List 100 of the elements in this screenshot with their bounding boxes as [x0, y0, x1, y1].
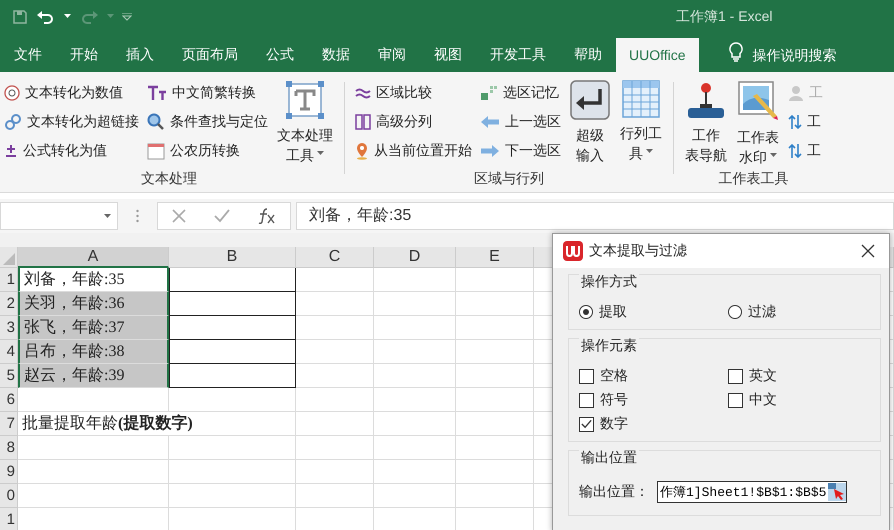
group-label: 文本处理	[141, 170, 197, 188]
row-header[interactable]: 8	[0, 436, 18, 460]
formula-field[interactable]: 刘备，年龄:35	[296, 202, 894, 230]
ribbon-button[interactable]: 公农历转换	[143, 136, 272, 165]
radio-button[interactable]: 提取	[579, 303, 728, 321]
row-header[interactable]: 3	[0, 316, 18, 340]
ribbon-tab[interactable]: 视图	[420, 38, 476, 72]
row-header[interactable]: 2	[0, 292, 18, 316]
tell-me-search[interactable]: 操作说明搜索	[752, 38, 837, 72]
cancel-icon[interactable]	[172, 209, 186, 223]
ribbon-tab[interactable]: 开发工具	[476, 38, 560, 72]
location-pin-icon	[355, 142, 369, 160]
checkbox[interactable]: 数字	[579, 415, 728, 433]
ribbon-tab[interactable]: 公式	[252, 38, 308, 72]
ribbon-button[interactable]: 下一选区	[476, 136, 565, 165]
check-icon	[580, 418, 593, 430]
group-box-label: 输出位置	[579, 449, 639, 467]
row-header[interactable]: 9	[0, 460, 18, 484]
output-field[interactable]: 作簿1]Sheet1!$B$1:$B$5	[657, 481, 848, 503]
customize-icon[interactable]	[122, 12, 132, 20]
ribbon-button[interactable]: 选区记忆	[476, 78, 565, 107]
table-cell: 吕布，年龄:38	[18, 340, 169, 364]
column-header[interactable]: D	[374, 247, 456, 268]
check-icon[interactable]	[214, 209, 230, 223]
dialog-title: 文本提取与过滤	[589, 242, 687, 260]
checkbox[interactable]: 空格	[579, 367, 728, 385]
row-header[interactable]: 1	[0, 268, 18, 292]
left-arrow-icon	[480, 114, 500, 128]
enter-key-icon	[570, 80, 610, 120]
link-icon	[4, 112, 22, 130]
window-title: 工作簿1 - Excel	[676, 8, 772, 26]
ribbon-large-button[interactable]: 工作 表导航	[680, 78, 732, 170]
right-arrow-icon	[480, 144, 500, 158]
close-icon[interactable]	[861, 244, 875, 258]
radio-button[interactable]: 过滤	[728, 303, 870, 321]
app-logo-icon	[563, 241, 583, 261]
ribbon-tab[interactable]: UUOffice	[616, 38, 699, 72]
column-header[interactable]: E	[456, 247, 534, 268]
ribbon-button[interactable]: 文本转化为数值	[0, 78, 143, 107]
checkbox[interactable]: 符号	[579, 391, 728, 409]
ribbon-button[interactable]: 文本转化为超链接	[0, 107, 143, 136]
user-icon	[788, 84, 804, 100]
ribbon-tab[interactable]: 插入	[112, 38, 168, 72]
table-cell: 张飞，年龄:37	[18, 316, 169, 340]
ribbon-large-button[interactable]: 工作表 水印	[732, 78, 784, 170]
ribbon-large-button[interactable]: 超级 输入	[565, 78, 615, 170]
ribbon-tab[interactable]: 页面布局	[168, 38, 252, 72]
checkbox[interactable]: 中文	[728, 391, 870, 409]
column-header[interactable]: B	[169, 247, 296, 268]
table-icon	[622, 80, 660, 118]
field-label: 输出位置：	[579, 483, 649, 501]
ribbon-button[interactable]: 条件查找与定位	[143, 107, 272, 136]
ribbon-button[interactable]: 工	[784, 136, 827, 165]
table-cell: 关羽，年龄:36	[18, 292, 169, 316]
group-box-label: 操作方式	[579, 273, 639, 291]
lightbulb-icon[interactable]	[728, 42, 743, 62]
ribbon-tab[interactable]: 文件	[0, 38, 56, 72]
ribbon-large-button[interactable]: 行列工 具	[615, 78, 667, 170]
ribbon-tab[interactable]: 审阅	[364, 38, 420, 72]
sort-arrows-icon	[788, 142, 802, 158]
column-header[interactable]: A	[18, 247, 169, 268]
checkbox[interactable]: 英文	[728, 367, 870, 385]
function-icon[interactable]	[258, 208, 276, 224]
group-label: 工作表工具	[718, 170, 788, 188]
sort-arrows-icon	[788, 114, 802, 130]
table-cell: 赵云，年龄:39	[18, 364, 169, 388]
row-header[interactable]: 5	[0, 364, 18, 388]
caret-icon	[646, 149, 653, 153]
group-label: 区域与行列	[474, 170, 544, 188]
ribbon-tab[interactable]: 数据	[308, 38, 364, 72]
picture-pencil-icon	[737, 80, 779, 122]
row-header[interactable]: 7	[0, 412, 18, 436]
undo-icon[interactable]	[36, 8, 56, 24]
grip-icon[interactable]	[136, 209, 139, 223]
row-header[interactable]: 0	[0, 484, 18, 508]
name-box[interactable]	[0, 202, 118, 230]
ribbon-button[interactable]: 从当前位置开始	[351, 136, 476, 165]
ribbon-button[interactable]: 区域比较	[351, 78, 476, 107]
text-box-icon	[285, 80, 325, 120]
ribbon-button[interactable]: 中文简繁转换	[143, 78, 272, 107]
ribbon-large-button[interactable]: 文本处理 工具	[272, 78, 338, 170]
ribbon-button[interactable]: 高级分列	[351, 107, 476, 136]
ribbon-button[interactable]: 公式转化为值	[0, 136, 143, 165]
ribbon-tab[interactable]: 开始	[56, 38, 112, 72]
number-clock-icon	[4, 84, 20, 100]
row-header[interactable]: 1	[0, 508, 18, 530]
ribbon-button[interactable]: 上一选区	[476, 107, 565, 136]
ribbon-button[interactable]: 工	[784, 107, 827, 136]
row-header[interactable]: 4	[0, 340, 18, 364]
caret-icon[interactable]	[64, 14, 71, 19]
table-cell: 批量提取年龄(提取数字)	[18, 412, 296, 436]
group-box-label: 操作元素	[579, 337, 639, 355]
range-picker-icon[interactable]	[828, 483, 846, 501]
select-all-icon[interactable]	[3, 253, 15, 265]
column-header[interactable]: C	[296, 247, 374, 268]
row-header[interactable]: 6	[0, 388, 18, 412]
ribbon-tab[interactable]: 帮助	[560, 38, 616, 72]
redo-icon[interactable]	[79, 8, 99, 24]
save-icon[interactable]	[12, 8, 28, 24]
caret-icon	[770, 153, 777, 157]
